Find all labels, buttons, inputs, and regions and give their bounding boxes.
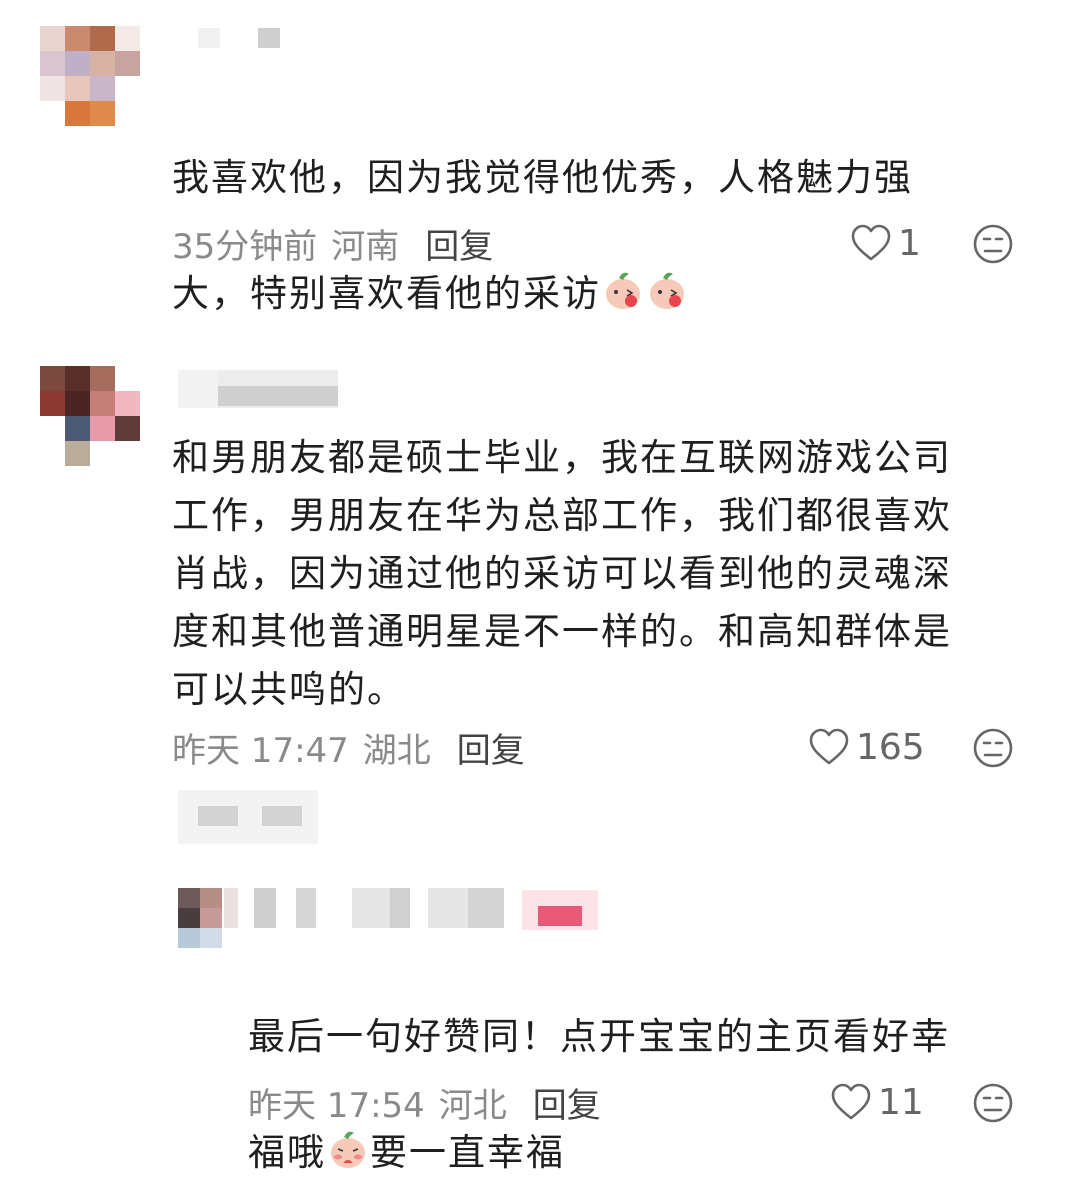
peach-shy-emoji-icon [326,1127,370,1171]
heart-outline-icon [809,728,849,765]
timestamp: 35分钟前 [172,226,318,267]
username-blur [218,386,338,406]
avatar[interactable] [40,366,140,466]
location: 河北 [438,1085,507,1126]
meh-face-icon [973,224,1013,264]
heart-outline-icon [851,224,891,261]
reply-button[interactable]: 回复 [425,219,493,268]
like-count: 165 [856,726,925,768]
meh-face-icon [973,728,1013,768]
comment-text: 和男朋友都是硕士毕业，我在互联网游戏公司 工作，男朋友在华为总部工作，我们都很喜… [172,436,952,711]
meh-face-icon [973,1083,1013,1123]
like-button[interactable]: 165 [808,722,925,772]
comment-line: 要一直幸福 [370,1131,565,1174]
comment-line: 最后一句好赞同！点开宝宝的主页看好幸 [248,1015,950,1058]
peach-blush-emoji-icon [601,268,645,312]
comment-meta: 昨天 17:54 河北 回复 [248,1077,601,1127]
heart-outline-icon [831,1083,871,1120]
reply-button[interactable]: 回复 [457,723,525,772]
comment-meta: 35分钟前 河南 回复 [172,218,493,268]
timestamp: 昨天 17:54 [248,1085,425,1126]
location: 湖北 [362,730,431,771]
comment-line: 我喜欢他，因为我觉得他优秀，人格魅力强 [172,156,913,199]
dislike-button[interactable] [972,223,1014,269]
like-button[interactable]: 11 [830,1077,924,1127]
comment-text: 我喜欢他，因为我觉得他优秀，人格魅力强 大，特别喜欢看他的采访 [172,91,913,323]
like-button[interactable]: 1 [850,218,921,268]
comment-line: 大，特别喜欢看他的采访 [172,272,601,315]
expand-replies-blur-inner [198,806,302,826]
like-count: 1 [898,222,921,264]
dislike-button[interactable] [972,1082,1014,1128]
comment-line: 福哦 [248,1131,326,1174]
dislike-button[interactable] [972,727,1014,773]
author-badge-inner [538,906,582,926]
location: 河南 [331,226,400,267]
comment-meta: 昨天 17:47 湖北 回复 [172,722,525,772]
reply-username[interactable] [224,888,504,928]
avatar[interactable] [40,26,140,126]
username[interactable] [198,28,280,48]
like-count: 11 [878,1081,924,1123]
peach-blush-emoji-icon [645,268,689,312]
reply-button[interactable]: 回复 [533,1078,601,1127]
reply-text: 最后一句好赞同！点开宝宝的主页看好幸 福哦 要一直幸福 [248,950,950,1182]
reply-avatar[interactable] [178,888,222,948]
timestamp: 昨天 17:47 [172,730,349,771]
